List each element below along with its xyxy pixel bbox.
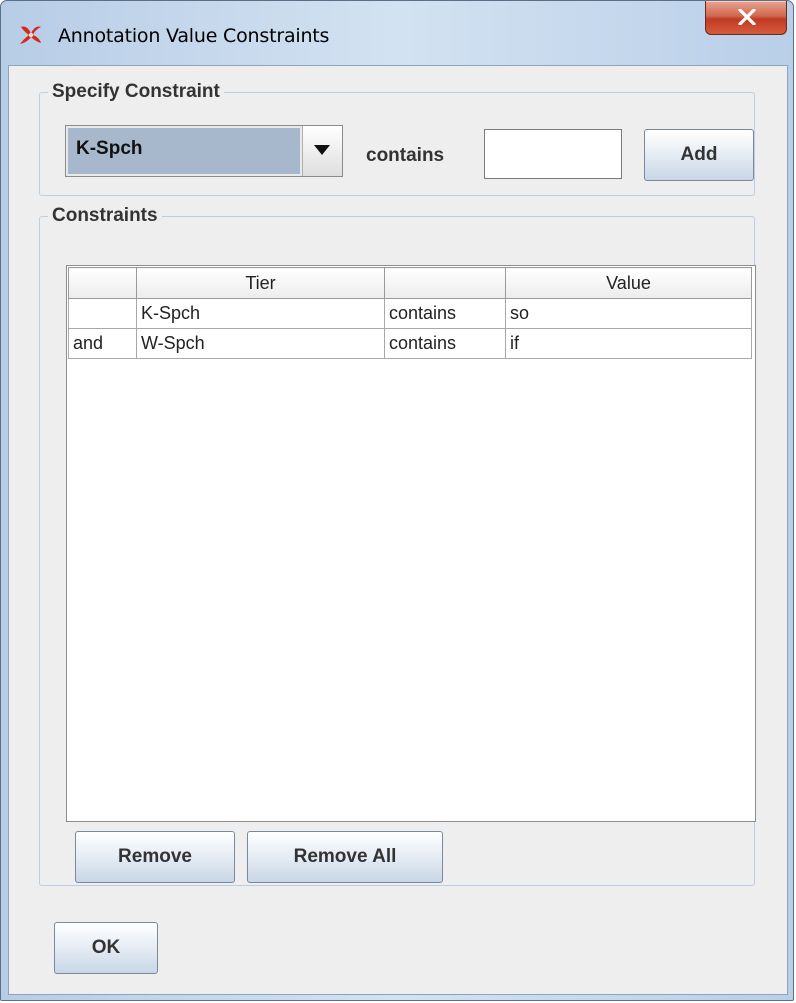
cell-connector: and — [68, 328, 137, 359]
cell-value: if — [505, 328, 752, 359]
tier-combobox[interactable]: K-Spch — [65, 125, 343, 177]
column-header-tier[interactable]: Tier — [136, 267, 385, 299]
column-header-operator[interactable] — [384, 267, 506, 299]
cell-value: so — [505, 298, 752, 329]
chevron-down-icon — [314, 145, 330, 155]
combobox-arrow-button[interactable] — [302, 126, 342, 176]
constraints-table[interactable]: Tier Value K-Spch contains so and W-Spch… — [66, 265, 756, 822]
tier-selected-value: K-Spch — [68, 128, 300, 174]
specify-constraint-group: Specify Constraint K-Spch contains Add — [39, 81, 755, 196]
constraint-value-input[interactable] — [484, 129, 622, 179]
remove-button[interactable]: Remove — [75, 831, 235, 883]
cell-connector — [68, 298, 137, 329]
table-row[interactable]: and W-Spch contains if — [68, 328, 752, 359]
column-header-connector[interactable] — [68, 267, 137, 299]
cell-tier: K-Spch — [136, 298, 385, 329]
constraints-group: Constraints Tier Value K-Spch contains s… — [39, 205, 756, 886]
operator-label: contains — [366, 145, 445, 166]
close-icon — [738, 9, 756, 25]
title-bar[interactable]: Annotation Value Constraints — [1, 1, 793, 65]
cell-tier: W-Spch — [136, 328, 385, 359]
dialog-content: Specify Constraint K-Spch contains Add C… — [8, 65, 788, 995]
cell-operator: contains — [384, 328, 506, 359]
ok-button[interactable]: OK — [54, 922, 158, 974]
column-header-value[interactable]: Value — [505, 267, 752, 299]
specify-constraint-title: Specify Constraint — [48, 81, 224, 103]
remove-all-button[interactable]: Remove All — [247, 831, 443, 883]
close-button[interactable] — [705, 1, 787, 35]
dialog-window: Annotation Value Constraints Specify Con… — [0, 0, 794, 1001]
add-button[interactable]: Add — [644, 129, 754, 181]
table-row[interactable]: K-Spch contains so — [68, 298, 752, 329]
cell-operator: contains — [384, 298, 506, 329]
elan-app-icon — [20, 26, 41, 44]
window-title: Annotation Value Constraints — [58, 25, 330, 47]
table-header-row: Tier Value — [68, 267, 752, 299]
constraints-title: Constraints — [48, 205, 162, 227]
